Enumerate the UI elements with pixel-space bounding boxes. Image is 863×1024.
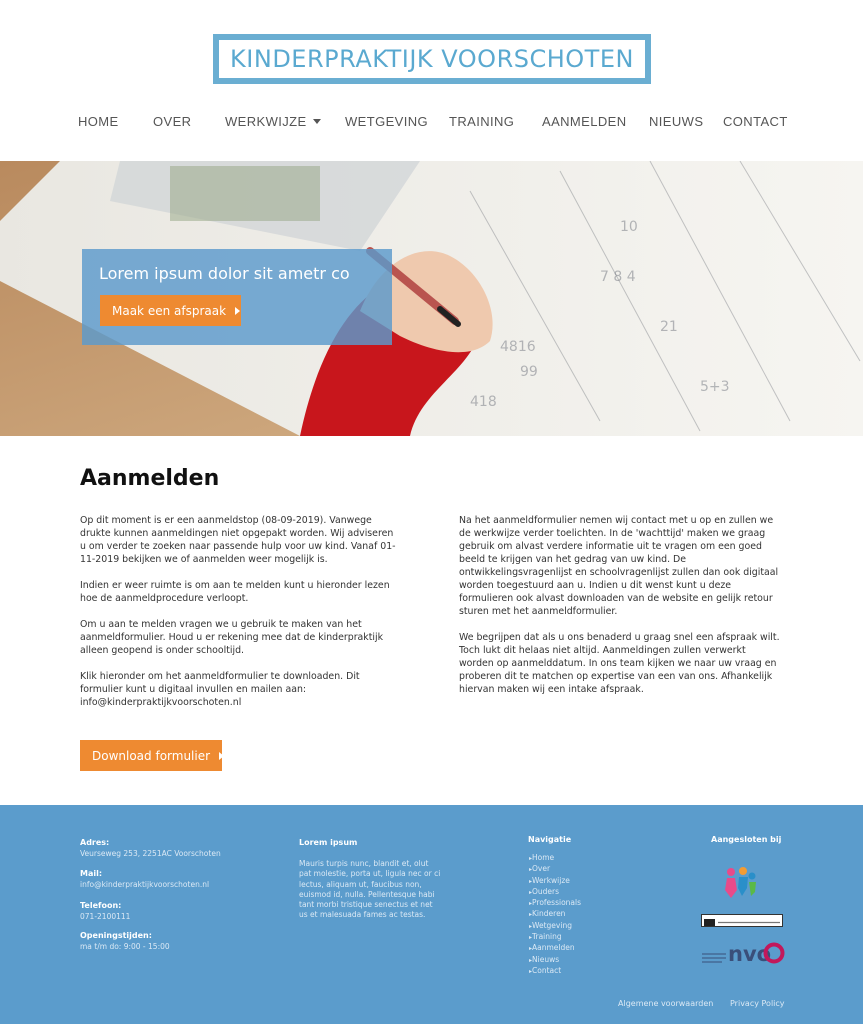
page-title: Aanmelden (80, 466, 220, 491)
download-form-button[interactable]: Download formulier (80, 740, 225, 771)
site-logo-text: KINDERPRAKTIJK VOORSCHOTEN (230, 45, 634, 73)
nav-item-wetgeving[interactable]: WETGEVING (345, 114, 428, 129)
footer-nav-wetgeving[interactable]: Wetgeving (529, 921, 581, 932)
footer-nav-over[interactable]: Over (529, 864, 581, 875)
content-left-column: Op dit moment is er een aanmeldstop (08-… (80, 514, 402, 722)
caret-down-icon (312, 119, 321, 124)
site-logo[interactable]: KINDERPRAKTIJK VOORSCHOTEN (213, 34, 651, 84)
svg-text:418: 418 (470, 394, 497, 410)
nav-item-over[interactable]: OVER (153, 114, 191, 129)
nav-item-werkwijze[interactable]: WERKWIJZE (225, 114, 321, 129)
footer-nav-werkwijze[interactable]: Werkwijze (529, 876, 581, 887)
svg-text:21: 21 (660, 319, 678, 335)
make-appointment-label: Maak een afspraak (112, 303, 227, 318)
download-form-label: Download formulier (92, 748, 211, 763)
paragraph: Klik hieronder om het aanmeldformulier t… (80, 671, 360, 708)
paragraph: We begrijpen dat als u ons benaderd u gr… (459, 632, 780, 695)
footer-nav-title: Navigatie (528, 835, 572, 844)
footer-nav-home[interactable]: Home (529, 853, 581, 864)
lorem-title: Lorem ipsum (299, 838, 358, 847)
lorem-text: Mauris turpis nunc, blandit et, olut pat… (299, 859, 441, 920)
footer-nav-professionals[interactable]: Professionals (529, 898, 581, 909)
main-nav: HOME OVER WERKWIJZE WETGEVING TRAINING A… (0, 114, 863, 132)
svg-text:4816: 4816 (500, 339, 536, 355)
paragraph: Op dit moment is er een aanmeldstop (08-… (80, 515, 396, 565)
hours-value: ma t/m do: 9:00 - 15:00 (80, 942, 170, 951)
hero-title: Lorem ipsum dolor sit ametr co (99, 264, 350, 283)
address-value: Veurseweg 253, 2251AC Voorschoten (80, 849, 221, 858)
footer-nav-nieuws[interactable]: Nieuws (529, 955, 581, 966)
footer-nav-ouders[interactable]: Ouders (529, 887, 581, 898)
svg-text:99: 99 (520, 364, 538, 380)
nav-item-home[interactable]: HOME (78, 114, 119, 129)
affiliate-logo-children-icon[interactable] (721, 866, 761, 900)
paragraph: Na het aanmeldformulier nemen wij contac… (459, 515, 779, 617)
paragraph: Indien er weer ruimte is om aan te melde… (80, 580, 390, 604)
affiliate-logo-nvo-icon[interactable]: nvo (700, 940, 786, 966)
affiliated-title: Aangesloten bij (711, 835, 782, 844)
bvp-logo-icon (704, 919, 780, 926)
make-appointment-button[interactable]: Maak een afspraak (100, 295, 241, 326)
nav-item-contact[interactable]: CONTACT (723, 114, 788, 129)
arrow-right-icon (219, 751, 225, 760)
address-label: Adres: (80, 838, 110, 847)
hours-label: Openingstijden: (80, 931, 152, 940)
paragraph: Om u aan te melden vragen we u gebruik t… (80, 619, 384, 656)
footer-nav-contact[interactable]: Contact (529, 966, 581, 977)
content-right-column: Na het aanmeldformulier nemen wij contac… (459, 514, 781, 709)
svg-text:5+3: 5+3 (700, 379, 730, 395)
privacy-link[interactable]: Privacy Policy (730, 999, 785, 1008)
footer-nav-training[interactable]: Training (529, 932, 581, 943)
nav-item-nieuws[interactable]: NIEUWS (649, 114, 703, 129)
footer-nav: Home Over Werkwijze Ouders Professionals… (529, 853, 581, 977)
footer-nav-kinderen[interactable]: Kinderen (529, 909, 581, 920)
arrow-right-icon (235, 306, 241, 315)
nav-item-aanmelden[interactable]: AANMELDEN (542, 114, 627, 129)
affiliate-logo-bvp[interactable] (701, 914, 783, 927)
footer-nav-aanmelden[interactable]: Aanmelden (529, 943, 581, 954)
phone-label: Telefoon: (80, 901, 122, 910)
terms-link[interactable]: Algemene voorwaarden (618, 999, 713, 1008)
nav-item-training[interactable]: TRAINING (449, 114, 514, 129)
svg-text:10: 10 (620, 219, 638, 235)
svg-text:7 8 4: 7 8 4 (600, 269, 636, 285)
nav-item-werkwijze-label: WERKWIJZE (225, 114, 307, 129)
mail-label: Mail: (80, 869, 103, 878)
mail-link[interactable]: info@kinderpraktijkvoorschoten.nl (80, 880, 209, 889)
phone-link[interactable]: 071-2100111 (80, 912, 130, 921)
